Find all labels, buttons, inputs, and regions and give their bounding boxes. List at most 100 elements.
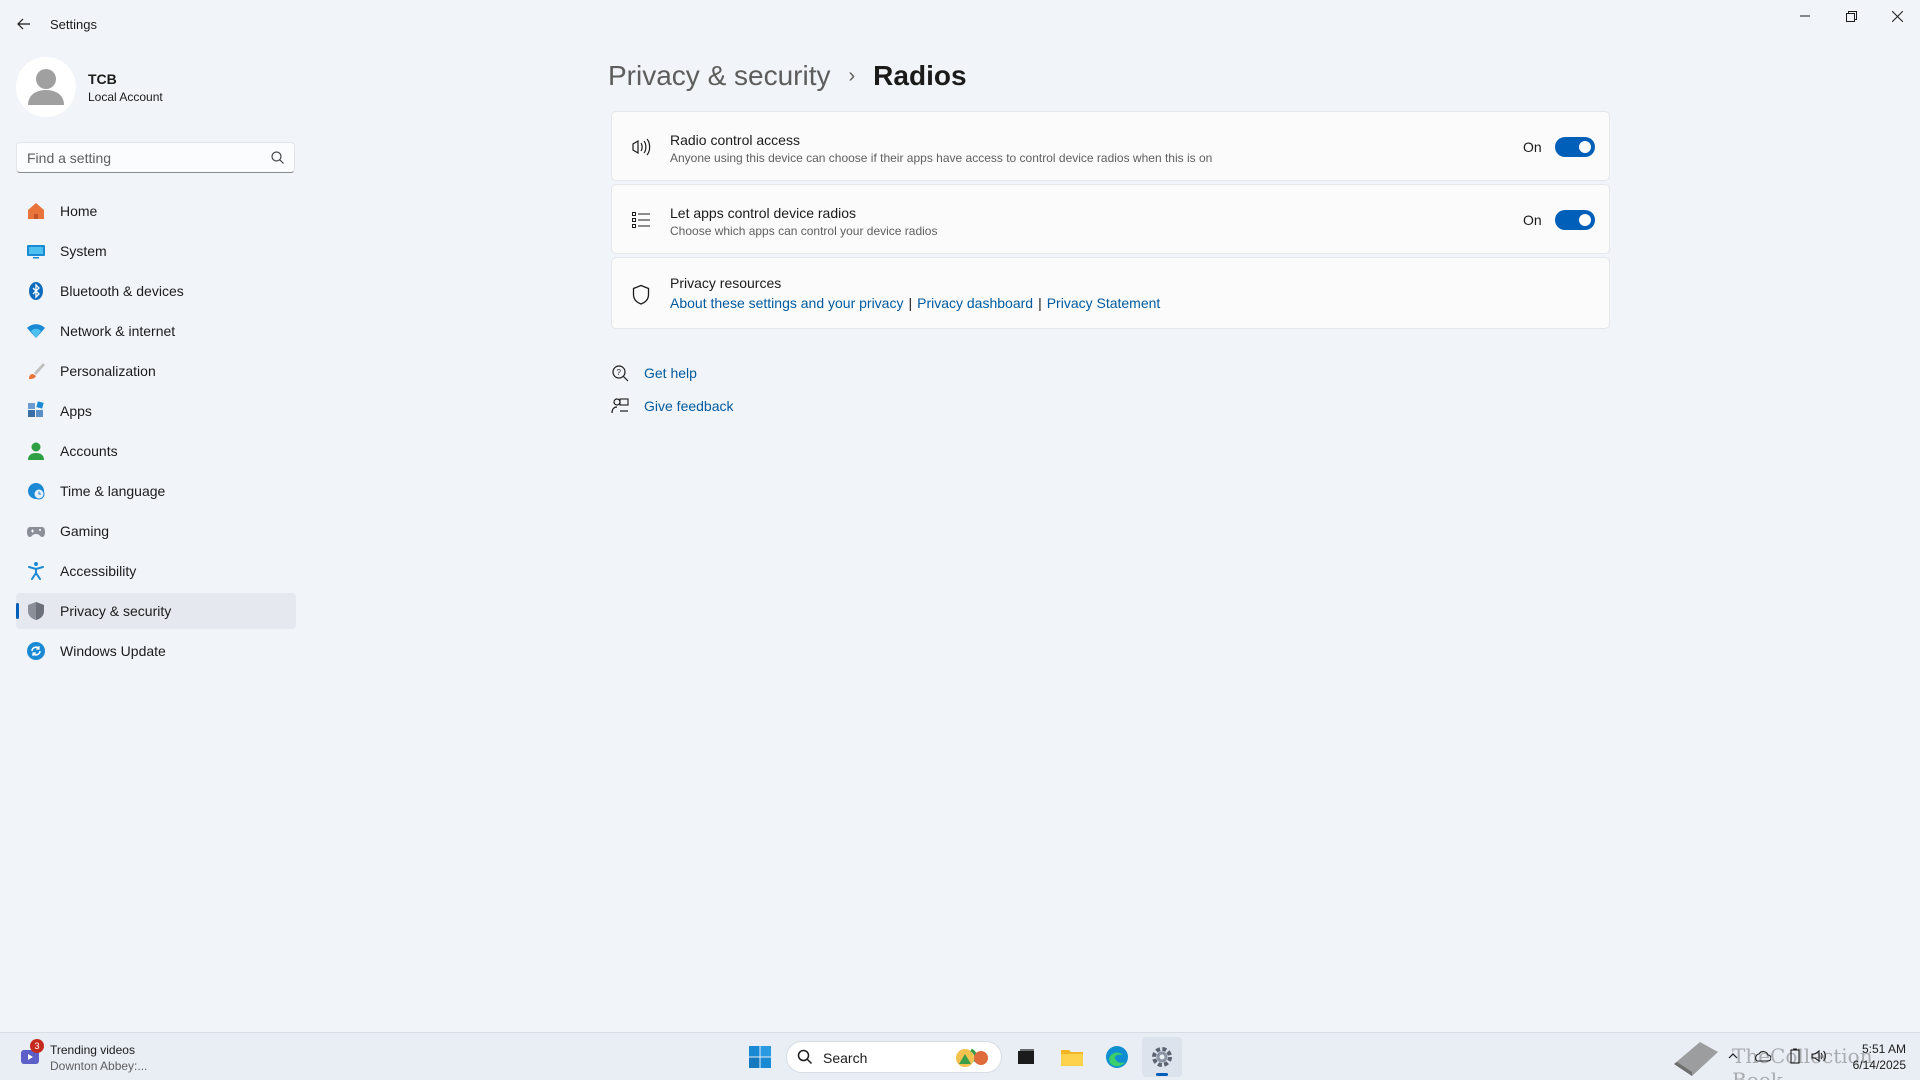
taskbar-search[interactable]: Search [786, 1041, 1002, 1073]
sidebar-item-bluetooth[interactable]: Bluetooth & devices [16, 273, 296, 309]
link-separator: | [908, 295, 913, 311]
privacy-dashboard-link[interactable]: Privacy dashboard [917, 295, 1033, 311]
sidebar-item-privacy-security[interactable]: Privacy & security [16, 593, 296, 629]
radio-control-access-card: Radio control access Anyone using this d… [611, 111, 1610, 181]
toggle-knob [1579, 214, 1591, 226]
sidebar-item-windows-update[interactable]: Windows Update [16, 633, 296, 669]
search-icon [797, 1049, 813, 1065]
card-title: Let apps control device radios [670, 205, 856, 221]
bluetooth-icon [26, 281, 46, 301]
give-feedback-link[interactable]: Give feedback [610, 394, 734, 418]
privacy-statement-link[interactable]: Privacy Statement [1047, 295, 1161, 311]
card-title: Privacy resources [670, 275, 782, 291]
sidebar-item-label: Windows Update [60, 643, 166, 659]
close-icon [1891, 10, 1903, 22]
sidebar-item-home[interactable]: Home [16, 193, 296, 229]
sidebar-item-label: Home [60, 203, 98, 219]
task-view-icon [1018, 1049, 1034, 1064]
privacy-links: About these settings and your privacy | … [670, 295, 1160, 311]
restore-button[interactable] [1828, 0, 1874, 32]
windows-logo-icon [749, 1046, 771, 1068]
get-help-link[interactable]: ? Get help [610, 361, 697, 385]
sidebar-item-gaming[interactable]: Gaming [16, 513, 296, 549]
sidebar-item-accessibility[interactable]: Accessibility [16, 553, 296, 589]
minimize-button[interactable] [1782, 0, 1828, 32]
help-chat-icon: ? [610, 363, 630, 383]
home-icon [26, 201, 46, 221]
title-bar: Settings [0, 0, 1920, 48]
avatar [16, 57, 76, 117]
card-title: Radio control access [670, 132, 800, 148]
onedrive-icon[interactable] [1753, 1047, 1771, 1065]
book-watermark-icon [1674, 1042, 1718, 1076]
sidebar-item-label: System [60, 243, 107, 259]
card-description: Anyone using this device can choose if t… [670, 151, 1213, 165]
sidebar-item-label: Gaming [60, 523, 110, 539]
task-view-button[interactable] [1006, 1037, 1046, 1077]
battery-icon[interactable] [1786, 1047, 1804, 1065]
settings-app-button[interactable] [1142, 1037, 1182, 1077]
settings-search[interactable] [16, 142, 295, 173]
toggle-state-label: On [1523, 139, 1542, 155]
about-settings-privacy-link[interactable]: About these settings and your privacy [670, 295, 903, 311]
sidebar-item-system[interactable]: System [16, 233, 296, 269]
sidebar-item-label: Personalization [60, 363, 156, 379]
feedback-icon [610, 396, 630, 416]
sidebar-item-apps[interactable]: Apps [16, 393, 296, 429]
sidebar-item-label: Accounts [60, 443, 118, 459]
gamepad-icon [26, 521, 46, 541]
person-icon [26, 441, 46, 461]
wifi-icon [26, 321, 46, 341]
file-explorer-button[interactable] [1052, 1037, 1092, 1077]
accessibility-icon [26, 561, 46, 581]
shield-icon [26, 601, 46, 621]
start-button[interactable] [740, 1037, 780, 1077]
edge-browser-button[interactable] [1097, 1037, 1137, 1077]
svg-text:?: ? [617, 368, 622, 377]
system-icon [26, 241, 46, 261]
edge-icon [1106, 1046, 1128, 1068]
notification-badge: 3 [30, 1039, 44, 1053]
selection-indicator [16, 603, 19, 619]
sidebar-item-label: Network & internet [60, 323, 176, 339]
list-icon [629, 208, 653, 232]
breadcrumb-parent-link[interactable]: Privacy & security [608, 60, 831, 92]
clock-date[interactable]: 6/14/2025 [1840, 1058, 1906, 1072]
sidebar-item-network[interactable]: Network & internet [16, 313, 296, 349]
sidebar-item-accounts[interactable]: Accounts [16, 433, 296, 469]
privacy-resources-card: Privacy resources About these settings a… [611, 257, 1610, 329]
radio-control-access-toggle[interactable] [1555, 137, 1595, 157]
taskbar: 3 Trending videos Downton Abbey:... Sear… [0, 1032, 1920, 1080]
toggle-knob [1579, 141, 1591, 153]
search-input[interactable] [17, 143, 247, 172]
app-title: Settings [50, 17, 97, 32]
sidebar-item-time-language[interactable]: Time & language [16, 473, 296, 509]
search-icon [271, 151, 284, 164]
gear-icon [1152, 1047, 1172, 1067]
sidebar-item-label: Accessibility [60, 563, 137, 579]
minimize-icon [1800, 15, 1810, 17]
user-profile[interactable]: TCB Local Account [16, 56, 296, 118]
sidebar-item-label: Apps [60, 403, 92, 419]
restore-icon [1845, 10, 1857, 22]
page-title: Radios [873, 60, 967, 91]
chevron-up-icon[interactable] [1724, 1047, 1742, 1065]
person-placeholder-icon [28, 69, 64, 105]
sidebar-item-personalization[interactable]: Personalization [16, 353, 296, 389]
let-apps-control-radios-card[interactable]: Let apps control device radios Choose wh… [611, 184, 1610, 254]
widgets-button[interactable]: 3 Trending videos Downton Abbey:... [18, 1039, 198, 1075]
shield-outline-icon [629, 283, 653, 307]
brush-icon [26, 361, 46, 381]
close-button[interactable] [1874, 0, 1920, 32]
back-button[interactable] [10, 12, 38, 36]
radio-waves-icon [629, 135, 653, 159]
sidebar-nav: Home System Bluetooth & devices Network … [16, 193, 296, 673]
volume-icon[interactable] [1810, 1047, 1828, 1065]
active-app-indicator [1156, 1073, 1168, 1076]
search-highlight-icon [956, 1048, 988, 1067]
folder-icon [1061, 1050, 1083, 1066]
update-icon [26, 641, 46, 661]
clock-time[interactable]: 5:51 AM [1856, 1042, 1906, 1056]
let-apps-control-radios-toggle[interactable] [1555, 210, 1595, 230]
give-feedback-label: Give feedback [644, 398, 734, 414]
